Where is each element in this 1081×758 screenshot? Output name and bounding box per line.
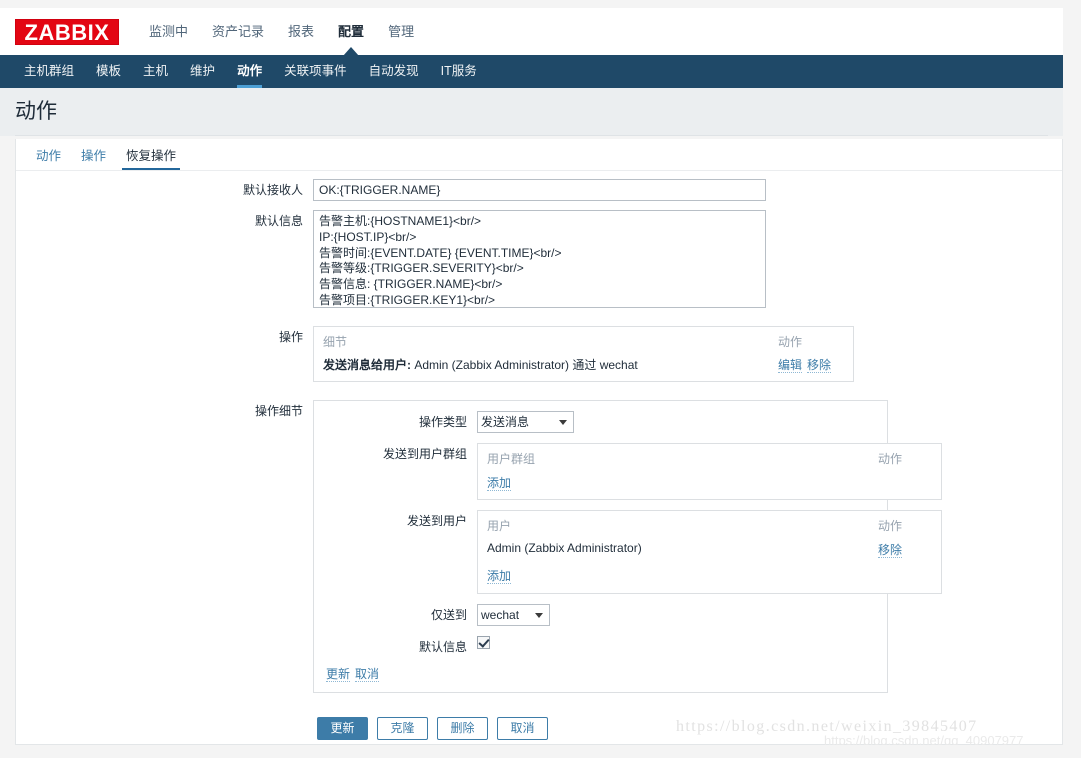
operations-col-details: 细节 <box>323 335 348 349</box>
sub-navigation: 主机群组 模板 主机 维护 动作 关联项事件 自动发现 IT服务 <box>0 55 1063 88</box>
user-remove-link[interactable]: 移除 <box>878 543 903 558</box>
users-col-action: 动作 <box>878 519 903 533</box>
row-operations: 操作 细节 动作 发送消息给用户: Admin (Zabbix Administ… <box>16 326 1062 382</box>
label-default-message: 默认信息 <box>254 214 303 228</box>
zabbix-logo[interactable]: ZABBIX <box>15 18 119 45</box>
send-only-to-select[interactable]: wechat <box>477 604 550 626</box>
operations-col-action: 动作 <box>778 335 803 349</box>
field-default-message: 告警主机:{HOSTNAME1}<br/> IP:{HOST.IP}<br/> … <box>313 210 1062 311</box>
row-use-default-message: 默认信息 <box>314 636 887 658</box>
topnav-item-monitoring[interactable]: 监测中 <box>137 8 200 55</box>
row-send-to-users: 发送到用户 用户 动作 Admin (Zabbix Administrator) <box>314 510 942 594</box>
default-message-textarea[interactable]: 告警主机:{HOSTNAME1}<br/> IP:{HOST.IP}<br/> … <box>313 210 766 308</box>
label-send-only-to: 仅送到 <box>430 608 467 622</box>
delete-button[interactable]: 删除 <box>437 717 488 740</box>
form-action-buttons: 更新 克隆 删除 取消 <box>317 717 548 740</box>
top-navigation: 监测中 资产记录 报表 配置 管理 <box>137 8 426 56</box>
topnav-item-configuration[interactable]: 配置 <box>326 8 376 56</box>
operations-table-header: 细节 动作 <box>323 333 844 356</box>
table-row: Admin (Zabbix Administrator) 移除 <box>487 541 932 567</box>
operation-description: 发送消息给用户: Admin (Zabbix Administrator) 通过… <box>323 356 778 373</box>
topnav-item-reports[interactable]: 报表 <box>276 8 326 55</box>
user-groups-add-link[interactable]: 添加 <box>487 476 512 491</box>
user-name: Admin (Zabbix Administrator) <box>487 541 642 555</box>
operations-table: 细节 动作 发送消息给用户: Admin (Zabbix Administrat… <box>313 326 854 382</box>
label-send-to-user-groups: 发送到用户群组 <box>382 447 467 461</box>
recovery-operations-form: 默认接收人 默认信息 告警主机:{HOSTNAME1}<br/> IP:{HOS… <box>16 179 1062 702</box>
update-button[interactable]: 更新 <box>317 717 368 740</box>
subnav-item-it-services[interactable]: IT服务 <box>430 55 488 88</box>
clone-button[interactable]: 克隆 <box>377 717 428 740</box>
field-use-default-message <box>477 636 887 650</box>
row-default-subject: 默认接收人 <box>16 179 1062 201</box>
table-row: 发送消息给用户: Admin (Zabbix Administrator) 通过… <box>323 356 844 373</box>
row-send-only-to: 仅送到 wechat <box>314 604 887 626</box>
label-use-default-message: 默认信息 <box>418 640 467 654</box>
row-operation-details: 操作细节 操作类型 发送消息 发送到用户群组 用户群组 动作 添加 发送到用户 … <box>16 400 1062 693</box>
operation-row-actions: 编辑 移除 <box>778 356 844 373</box>
subnav-item-correlation[interactable]: 关联项事件 <box>273 55 358 88</box>
operation-type-select[interactable]: 发送消息 <box>477 411 574 433</box>
field-send-to-users: 用户 动作 Admin (Zabbix Administrator) 移除 添加 <box>477 510 942 594</box>
top-header: ZABBIX 监测中 资产记录 报表 配置 管理 <box>0 8 1063 56</box>
send-only-to-select-wrap: wechat <box>477 604 550 626</box>
operation-description-prefix: 发送消息给用户: <box>323 358 411 372</box>
row-default-message: 默认信息 告警主机:{HOSTNAME1}<br/> IP:{HOST.IP}<… <box>16 210 1062 311</box>
tabs-underline <box>16 170 1062 171</box>
cancel-button[interactable]: 取消 <box>497 717 548 740</box>
label-operation-type: 操作类型 <box>418 415 467 429</box>
field-send-to-user-groups: 用户群组 动作 添加 <box>477 443 942 500</box>
operation-description-text: Admin (Zabbix Administrator) 通过 wechat <box>411 358 638 372</box>
user-groups-col-action: 动作 <box>878 452 903 466</box>
subnav-item-host-groups[interactable]: 主机群组 <box>13 55 85 88</box>
field-operations: 细节 动作 发送消息给用户: Admin (Zabbix Administrat… <box>313 326 1062 382</box>
field-send-only-to: wechat <box>477 604 887 626</box>
page-title-band <box>0 88 1063 136</box>
row-operation-type: 操作类型 发送消息 <box>314 411 887 433</box>
users-table-header: 用户 动作 <box>487 517 932 541</box>
operation-details-footer: 更新 取消 <box>314 664 887 682</box>
label-default-subject: 默认接收人 <box>242 183 303 197</box>
subnav-item-hosts[interactable]: 主机 <box>132 55 179 88</box>
subnav-item-templates[interactable]: 模板 <box>85 55 132 88</box>
field-operation-type: 发送消息 <box>477 411 887 433</box>
subnav-item-actions[interactable]: 动作 <box>226 55 273 88</box>
content-card: 动作 操作 恢复操作 默认接收人 默认信息 告警主机:{HOSTNAME1}<b… <box>15 139 1063 745</box>
zabbix-action-config-screen: ZABBIX 监测中 资产记录 报表 配置 管理 主机群组 模板 主机 维护 动… <box>0 0 1081 758</box>
user-groups-col-group: 用户群组 <box>487 452 536 466</box>
operation-edit-link[interactable]: 编辑 <box>778 358 803 373</box>
topnav-item-administration[interactable]: 管理 <box>376 8 426 55</box>
subnav-item-discovery[interactable]: 自动发现 <box>358 55 430 88</box>
form-tabs: 动作 操作 恢复操作 <box>16 139 186 171</box>
operation-update-link[interactable]: 更新 <box>326 667 351 682</box>
tab-operations[interactable]: 操作 <box>71 145 116 171</box>
users-col-user: 用户 <box>487 519 512 533</box>
tab-action[interactable]: 动作 <box>26 145 71 171</box>
field-operation-details: 操作类型 发送消息 发送到用户群组 用户群组 动作 添加 发送到用户 用户 动作… <box>313 400 1062 693</box>
use-default-message-checkbox[interactable] <box>477 636 490 649</box>
tab-recovery-operations[interactable]: 恢复操作 <box>116 145 186 171</box>
operation-cancel-link[interactable]: 取消 <box>355 667 380 682</box>
row-send-to-user-groups: 发送到用户群组 用户群组 动作 添加 <box>314 443 942 500</box>
title-divider <box>15 135 1048 136</box>
users-add-link[interactable]: 添加 <box>487 569 512 584</box>
bottom-strip <box>0 745 1063 758</box>
page-title: 动作 <box>15 100 57 123</box>
user-groups-table: 用户群组 动作 添加 <box>477 443 942 500</box>
field-default-subject <box>313 179 1062 201</box>
user-row-actions: 移除 <box>878 541 932 558</box>
operation-type-select-wrap: 发送消息 <box>477 411 574 433</box>
user-groups-table-header: 用户群组 动作 <box>487 450 932 474</box>
operation-remove-link[interactable]: 移除 <box>807 358 832 373</box>
subnav-item-maintenance[interactable]: 维护 <box>179 55 226 88</box>
topnav-item-inventory[interactable]: 资产记录 <box>200 8 276 55</box>
users-table: 用户 动作 Admin (Zabbix Administrator) 移除 添加 <box>477 510 942 594</box>
label-send-to-users: 发送到用户 <box>406 514 467 528</box>
operation-details-panel: 操作类型 发送消息 发送到用户群组 用户群组 动作 添加 发送到用户 用户 动作… <box>313 400 942 693</box>
label-operation-details: 操作细节 <box>254 404 303 418</box>
default-subject-input[interactable] <box>313 179 766 201</box>
label-operations: 操作 <box>278 330 303 344</box>
